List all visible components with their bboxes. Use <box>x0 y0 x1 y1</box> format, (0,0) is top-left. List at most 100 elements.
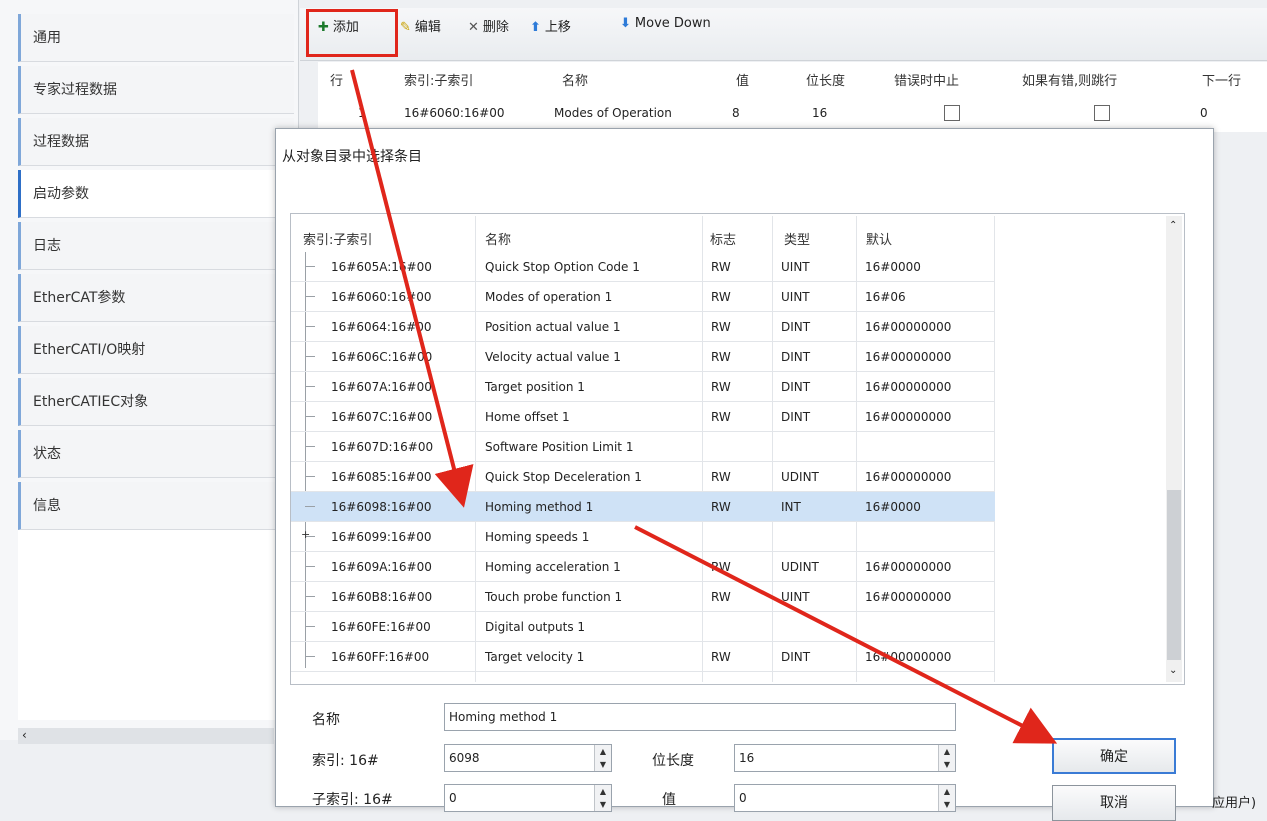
column-header[interactable]: 类型 <box>784 229 810 248</box>
tree-branch <box>305 356 315 357</box>
sidebar-item-label: 过程数据 <box>33 134 89 150</box>
column-header[interactable]: 行 <box>330 70 343 89</box>
table-row[interactable]: 16#6098:16#00 Homing method 1 RW INT 16#0000 <box>291 492 995 522</box>
table-cell: RW <box>711 560 731 574</box>
subindex-field[interactable]: 0 <box>444 784 612 812</box>
table-cell: 16#00000000 <box>865 560 952 574</box>
table-cell: Homing speeds 1 <box>485 530 590 544</box>
table-row[interactable]: 16#6060:16#00 Modes of operation 1 RW UINT 1… <box>291 282 995 312</box>
edit-button[interactable]: ✎ 编辑 <box>400 16 441 35</box>
table-cell: 16#06 <box>865 290 906 304</box>
horizontal-scrollbar[interactable]: ‹ <box>18 728 274 744</box>
sidebar-item-info[interactable]: 信息 <box>18 482 294 530</box>
expand-icon[interactable]: + <box>301 528 310 541</box>
column-header[interactable]: 名称 <box>562 70 588 89</box>
table-cell: Software Position Limit 1 <box>485 440 634 454</box>
sidebar-item-ethercat-parameters[interactable]: EtherCAT参数 <box>18 274 294 322</box>
table-row[interactable]: 16#6099:16#00 Homing speeds 1 + <box>291 522 995 552</box>
sidebar-item-ethercat-io-mapping[interactable]: EtherCATI/O映射 <box>18 326 294 374</box>
move-down-button[interactable]: ⬇ Move Down <box>620 16 711 31</box>
table-cell: DINT <box>781 320 811 334</box>
table-cell: 16#605A:16#00 <box>331 260 432 274</box>
table-cell: 16#00000000 <box>865 380 952 394</box>
table-cell: UDINT <box>781 560 819 574</box>
table-cell: 16#6060:16#00 <box>404 106 505 120</box>
scroll-down-icon[interactable]: ⌄ <box>1169 665 1177 676</box>
column-header[interactable]: 名称 <box>485 229 511 248</box>
sidebar-item-expert-process-data[interactable]: 专家过程数据 <box>18 66 294 114</box>
table-cell: Target velocity 1 <box>485 650 585 664</box>
table-row[interactable]: 16#609A:16#00 Homing acceleration 1 RW UDIN… <box>291 552 995 582</box>
subindex-spinner-icon[interactable]: ▲ ▼ <box>594 785 611 811</box>
table-row[interactable]: 16#607C:16#00 Home offset 1 RW DINT 16#00000… <box>291 402 995 432</box>
column-header[interactable]: 索引:子索引 <box>303 229 372 248</box>
sidebar-blank-area <box>18 520 298 720</box>
table-row[interactable]: 16#6085:16#00 Quick Stop Deceleration 1 RW… <box>291 462 995 492</box>
arrow-down-icon: ⬇ <box>620 16 631 31</box>
column-header[interactable]: 索引:子索引 <box>404 70 473 89</box>
bitlen-spinner-icon[interactable]: ▲ ▼ <box>938 745 955 771</box>
column-header[interactable]: 标志 <box>710 229 736 248</box>
table-cell: Quick Stop Option Code 1 <box>485 260 640 274</box>
table-row[interactable]: 16#605A:16#00 Quick Stop Option Code 1 RW U… <box>291 252 995 282</box>
sidebar-item-general[interactable]: 通用 <box>18 14 294 62</box>
bitlen-field[interactable]: 16 <box>734 744 956 772</box>
tree-branch <box>305 566 315 567</box>
scroll-up-icon[interactable]: ⌃ <box>1169 220 1177 231</box>
tree-branch <box>305 266 315 267</box>
table-row[interactable]: 16#60FE:16#00 Digital outputs 1 <box>291 612 995 642</box>
table-cell: RW <box>711 320 731 334</box>
table-cell: RW <box>711 410 731 424</box>
table-row[interactable]: 16#607A:16#00 Target position 1 RW DINT 16#0… <box>291 372 995 402</box>
sidebar-item-startup-parameters[interactable]: 启动参数 <box>18 170 294 218</box>
table-cell: 16#00000000 <box>865 410 952 424</box>
value-field[interactable]: 0 <box>734 784 956 812</box>
name-value: Homing method 1 <box>449 710 558 724</box>
delete-button[interactable]: ✕ 删除 <box>468 16 509 35</box>
table-cell: 16#6098:16#00 <box>331 500 432 514</box>
add-highlight-annotation <box>306 9 398 57</box>
index-field[interactable]: 6098 <box>444 744 612 772</box>
column-header[interactable]: 值 <box>736 70 749 89</box>
table-cell: RW <box>711 650 731 664</box>
index-label: 索引: 16# <box>312 753 379 769</box>
abort-on-error-checkbox[interactable] <box>944 105 960 121</box>
table-row[interactable]: 16#6064:16#00 Position actual value 1 RW DI… <box>291 312 995 342</box>
sidebar-item-log[interactable]: 日志 <box>18 222 294 270</box>
move-down-label: Move Down <box>634 16 711 31</box>
value-value: 0 <box>739 791 747 805</box>
ok-button[interactable]: 确定 <box>1052 738 1176 774</box>
table-cell: Home offset 1 <box>485 410 570 424</box>
name-label: 名称 <box>312 712 340 728</box>
arrow-up-icon: ⬆ <box>530 20 541 35</box>
column-header[interactable]: 下一行 <box>1202 70 1241 89</box>
toolbar <box>300 8 1267 61</box>
column-header[interactable]: 位长度 <box>806 70 845 89</box>
scroll-left-icon[interactable]: ‹ <box>22 728 27 742</box>
table-row[interactable]: 16#60FF:16#00 Target velocity 1 RW DINT 16#0… <box>291 642 995 672</box>
table-cell: UDINT <box>781 470 819 484</box>
table-cell: Digital outputs 1 <box>485 620 586 634</box>
sidebar-item-label: 日志 <box>33 238 61 254</box>
table-cell: 16#0000 <box>865 500 921 514</box>
cancel-button[interactable]: 取消 <box>1052 785 1176 821</box>
name-field[interactable]: Homing method 1 <box>444 703 956 731</box>
table-cell: RW <box>711 500 731 514</box>
move-up-button[interactable]: ⬆ 上移 <box>530 16 571 35</box>
table-row[interactable]: 16#60B8:16#00 Touch probe function 1 RW UIN… <box>291 582 995 612</box>
table-cell: UINT <box>781 260 810 274</box>
sidebar-item-label: 启动参数 <box>33 186 89 202</box>
sidebar-item-process-data[interactable]: 过程数据 <box>18 118 294 166</box>
table-row[interactable]: 16#606C:16#00 Velocity actual value 1 RW DI… <box>291 342 995 372</box>
index-spinner-icon[interactable]: ▲ ▼ <box>594 745 611 771</box>
value-spinner-icon[interactable]: ▲ ▼ <box>938 785 955 811</box>
jump-on-error-checkbox[interactable] <box>1094 105 1110 121</box>
table-row[interactable]: 16#607D:16#00 Software Position Limit 1 <box>291 432 995 462</box>
column-header[interactable]: 默认 <box>866 229 892 248</box>
list-scroll-thumb[interactable] <box>1167 490 1181 660</box>
column-header[interactable]: 如果有错,则跳行 <box>1022 70 1117 89</box>
sidebar-item-ethercat-iec-objects[interactable]: EtherCATIEC对象 <box>18 378 294 426</box>
edit-label: 编辑 <box>414 20 441 35</box>
sidebar-item-status[interactable]: 状态 <box>18 430 294 478</box>
column-header[interactable]: 错误时中止 <box>894 70 959 89</box>
